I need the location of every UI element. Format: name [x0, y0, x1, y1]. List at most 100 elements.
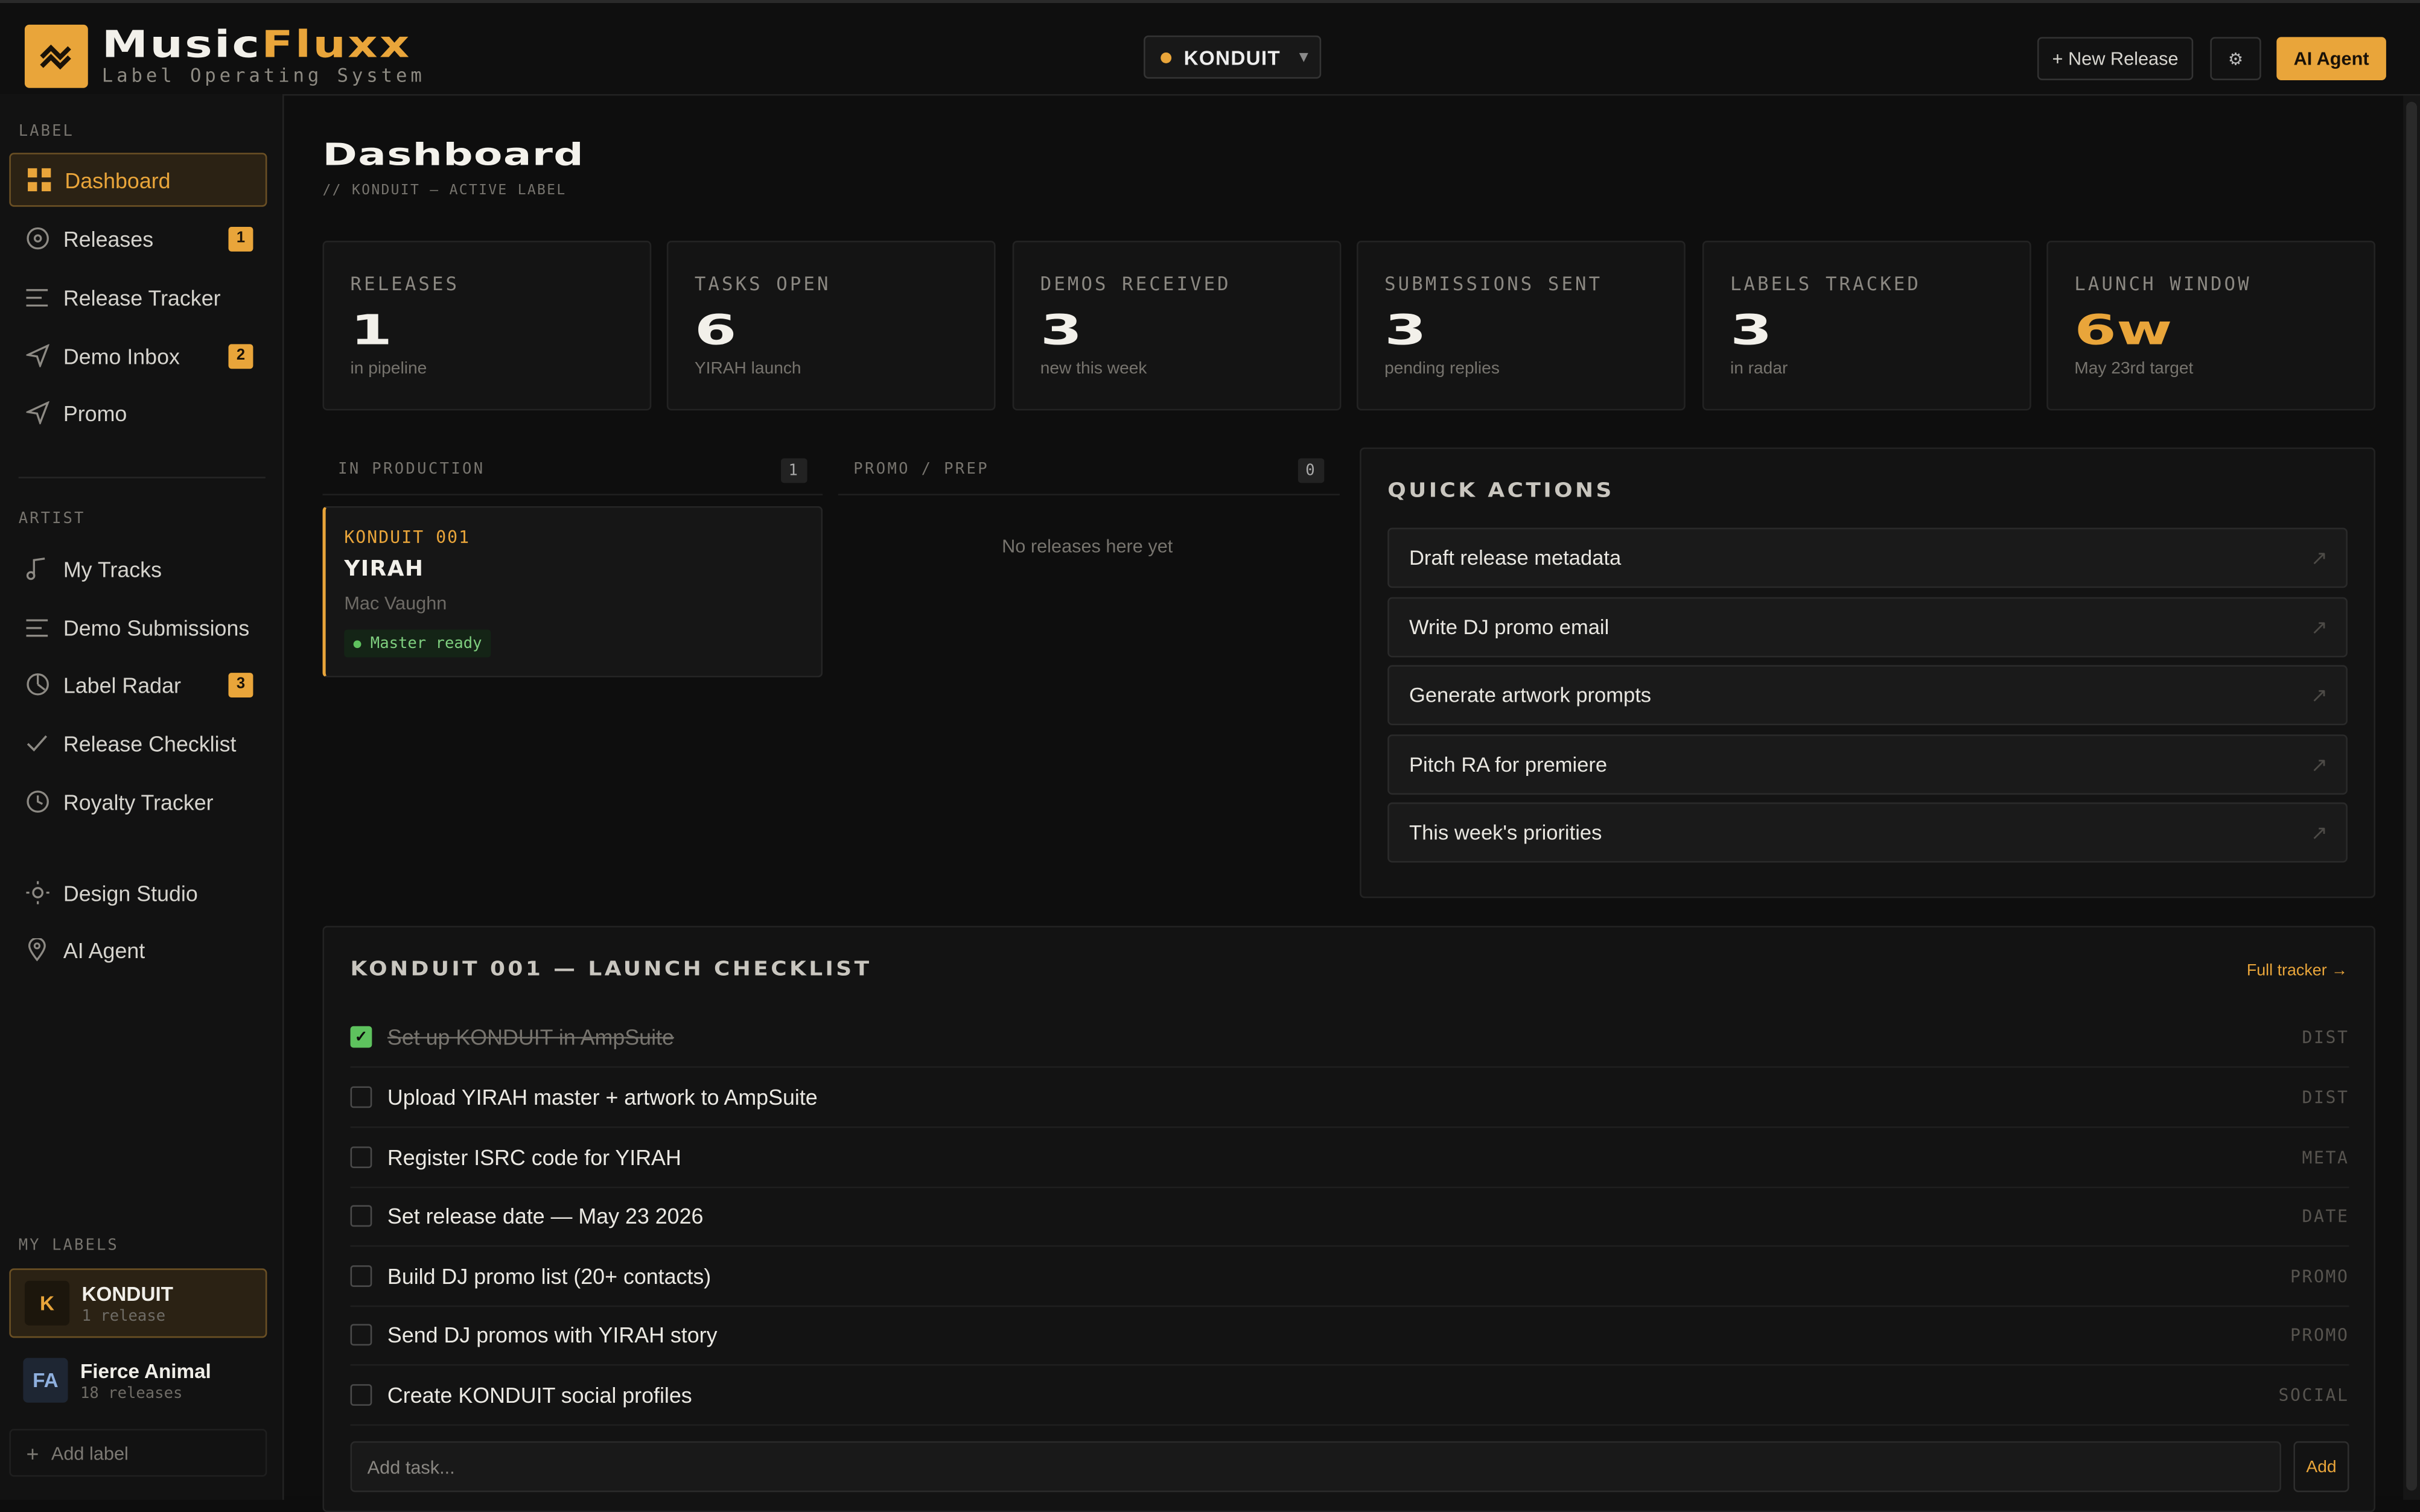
new-release-button[interactable]: + New Release: [2037, 37, 2194, 80]
task-text: Upload YIRAH master + artwork to AmpSuit…: [387, 1084, 818, 1110]
sidebar-item-release-checklist[interactable]: Release Checklist: [9, 716, 267, 770]
sidebar-item-label: Release Checklist: [63, 730, 237, 755]
arrow-up-right-icon: ↗: [2310, 820, 2328, 843]
add-task-button[interactable]: Add: [2293, 1441, 2349, 1493]
quick-action-item[interactable]: Generate artwork prompts ↗: [1387, 665, 2348, 726]
quick-action-label: Generate artwork prompts: [1409, 683, 1652, 707]
release-catalog: KONDUIT 001: [344, 527, 471, 548]
task-text: Set release date — May 23 2026: [387, 1203, 704, 1228]
stat-note: May 23rd target: [2074, 359, 2194, 378]
task-tag: META: [2302, 1147, 2349, 1167]
arrow-up-right-icon: ↗: [2310, 545, 2328, 569]
grid-icon: [25, 168, 53, 192]
task-checkbox[interactable]: [350, 1324, 372, 1346]
label-name: KONDUIT: [81, 1282, 173, 1305]
label-card-konduit[interactable]: K KONDUIT 1 release: [9, 1268, 267, 1338]
sidebar-item-releases[interactable]: Releases 1: [9, 211, 267, 265]
app-name-part1: Music: [101, 23, 262, 66]
quick-action-item[interactable]: Write DJ promo email ↗: [1387, 597, 2348, 658]
send-icon: [23, 401, 51, 425]
stat-card-tasks-open: TASKS OPEN 6 YIRAH launch: [666, 240, 996, 411]
stat-note: in pipeline: [350, 359, 427, 378]
task-tag: SOCIAL: [2278, 1385, 2349, 1405]
quick-action-item[interactable]: Draft release metadata ↗: [1387, 527, 2348, 588]
sidebar-item-label: Demo Submissions: [63, 615, 250, 640]
full-tracker-link[interactable]: Full tracker →: [2247, 961, 2348, 980]
ai-agent-button[interactable]: AI Agent: [2276, 37, 2386, 80]
stat-note: pending replies: [1384, 359, 1500, 378]
quick-action-item[interactable]: This week's priorities ↗: [1387, 802, 2348, 863]
check-icon: [23, 734, 51, 752]
chevron-down-icon: ▼: [1296, 48, 1313, 66]
sidebar-item-label: Dashboard: [65, 167, 171, 192]
label-name: Fierce Animal: [80, 1358, 211, 1382]
scrollbar[interactable]: [2403, 95, 2420, 1500]
task-checkbox[interactable]: [350, 1086, 372, 1108]
label-selector[interactable]: KONDUIT ▼: [1144, 35, 1322, 79]
gear-icon: ⚙: [2227, 48, 2244, 69]
task-checkbox[interactable]: ✓: [350, 1026, 372, 1048]
release-card[interactable]: KONDUIT 001 YIRAH Mac Vaughn Master read…: [322, 506, 823, 678]
sidebar-item-my-tracks[interactable]: My Tracks: [9, 542, 267, 596]
quick-action-item[interactable]: Pitch RA for premiere ↗: [1387, 734, 2348, 795]
sidebar-item-label: Design Studio: [63, 880, 198, 905]
app-subtitle: Label Operating System: [101, 65, 425, 87]
release-title: YIRAH: [344, 557, 424, 582]
task-checkbox[interactable]: [350, 1146, 372, 1169]
sidebar-item-dashboard[interactable]: Dashboard: [9, 153, 267, 207]
empty-column-message: No releases here yet: [1002, 535, 1173, 557]
stat-value: 3: [1384, 307, 1427, 355]
list-icon: [23, 618, 51, 637]
stat-value: 3: [1730, 307, 1772, 355]
release-artist: Mac Vaughn: [344, 592, 447, 614]
sidebar-item-royalty-tracker[interactable]: Royalty Tracker: [9, 775, 267, 829]
task-row: Create KONDUIT social profiles SOCIAL: [350, 1365, 2349, 1426]
sidebar-item-demo-submissions[interactable]: Demo Submissions: [9, 600, 267, 655]
quick-actions-panel: QUICK ACTIONS Draft release metadata ↗ Wr…: [1360, 447, 2375, 898]
sidebar-item-promo[interactable]: Promo: [9, 386, 267, 440]
stat-value: 6: [694, 307, 737, 355]
task-row: Set release date — May 23 2026 DATE: [350, 1187, 2349, 1247]
sidebar-item-label: AI Agent: [63, 937, 145, 962]
task-tag: PROMO: [2290, 1324, 2349, 1345]
column-header-promo-prep: PROMO / PREP 0: [838, 452, 1340, 495]
list-icon: [23, 288, 51, 307]
sidebar-item-label-radar[interactable]: Label Radar 3: [9, 657, 267, 711]
column-count: 0: [1298, 458, 1325, 483]
sidebar-item-design-studio[interactable]: Design Studio: [9, 866, 267, 920]
sidebar-item-label: Royalty Tracker: [63, 789, 214, 815]
arrow-up-right-icon: ↗: [2310, 615, 2328, 638]
add-label-button[interactable]: + Add label: [9, 1429, 267, 1477]
task-row: ✓ Set up KONDUIT in AmpSuite DIST: [350, 1008, 2349, 1068]
settings-button[interactable]: ⚙: [2210, 37, 2261, 80]
status-badge: Master ready: [344, 629, 491, 658]
task-tag: DIST: [2302, 1027, 2349, 1047]
sidebar-item-release-tracker[interactable]: Release Tracker: [9, 270, 267, 325]
task-tag: DIST: [2302, 1087, 2349, 1108]
scrollbar-thumb[interactable]: [2406, 101, 2418, 1491]
task-tag: DATE: [2302, 1205, 2349, 1226]
label-card-fierce-animal[interactable]: FA Fierce Animal 18 releases: [9, 1345, 267, 1415]
app-name-part2: Fluxx: [261, 23, 412, 66]
sidebar-item-demo-inbox[interactable]: Demo Inbox 2: [9, 329, 267, 383]
divider: [18, 477, 266, 478]
task-checkbox[interactable]: [350, 1384, 372, 1406]
label-selector-value: KONDUIT: [1183, 45, 1281, 69]
add-task-input[interactable]: [352, 1441, 2280, 1493]
task-checkbox[interactable]: [350, 1265, 372, 1287]
stat-label: LABELS TRACKED: [1730, 273, 1921, 295]
add-label-text: Add label: [51, 1441, 129, 1464]
page-subtitle: // KONDUIT — ACTIVE LABEL: [322, 183, 567, 199]
stat-value: 6w: [2074, 307, 2173, 355]
stat-card-releases: RELEASES 1 in pipeline: [322, 240, 652, 411]
section-label-my-labels: MY LABELS: [18, 1237, 119, 1255]
task-checkbox[interactable]: [350, 1205, 372, 1227]
page-title: Dashboard: [322, 136, 585, 173]
sun-icon: [23, 881, 51, 904]
task-text: Send DJ promos with YIRAH story: [387, 1322, 718, 1347]
sidebar-item-ai-agent[interactable]: AI Agent: [9, 923, 267, 977]
stat-label: RELEASES: [350, 273, 460, 295]
launch-checklist-panel: KONDUIT 001 — LAUNCH CHECKLIST Full trac…: [322, 926, 2375, 1512]
sidebar-item-label: Label Radar: [63, 672, 181, 697]
music-note-icon: [23, 557, 51, 580]
